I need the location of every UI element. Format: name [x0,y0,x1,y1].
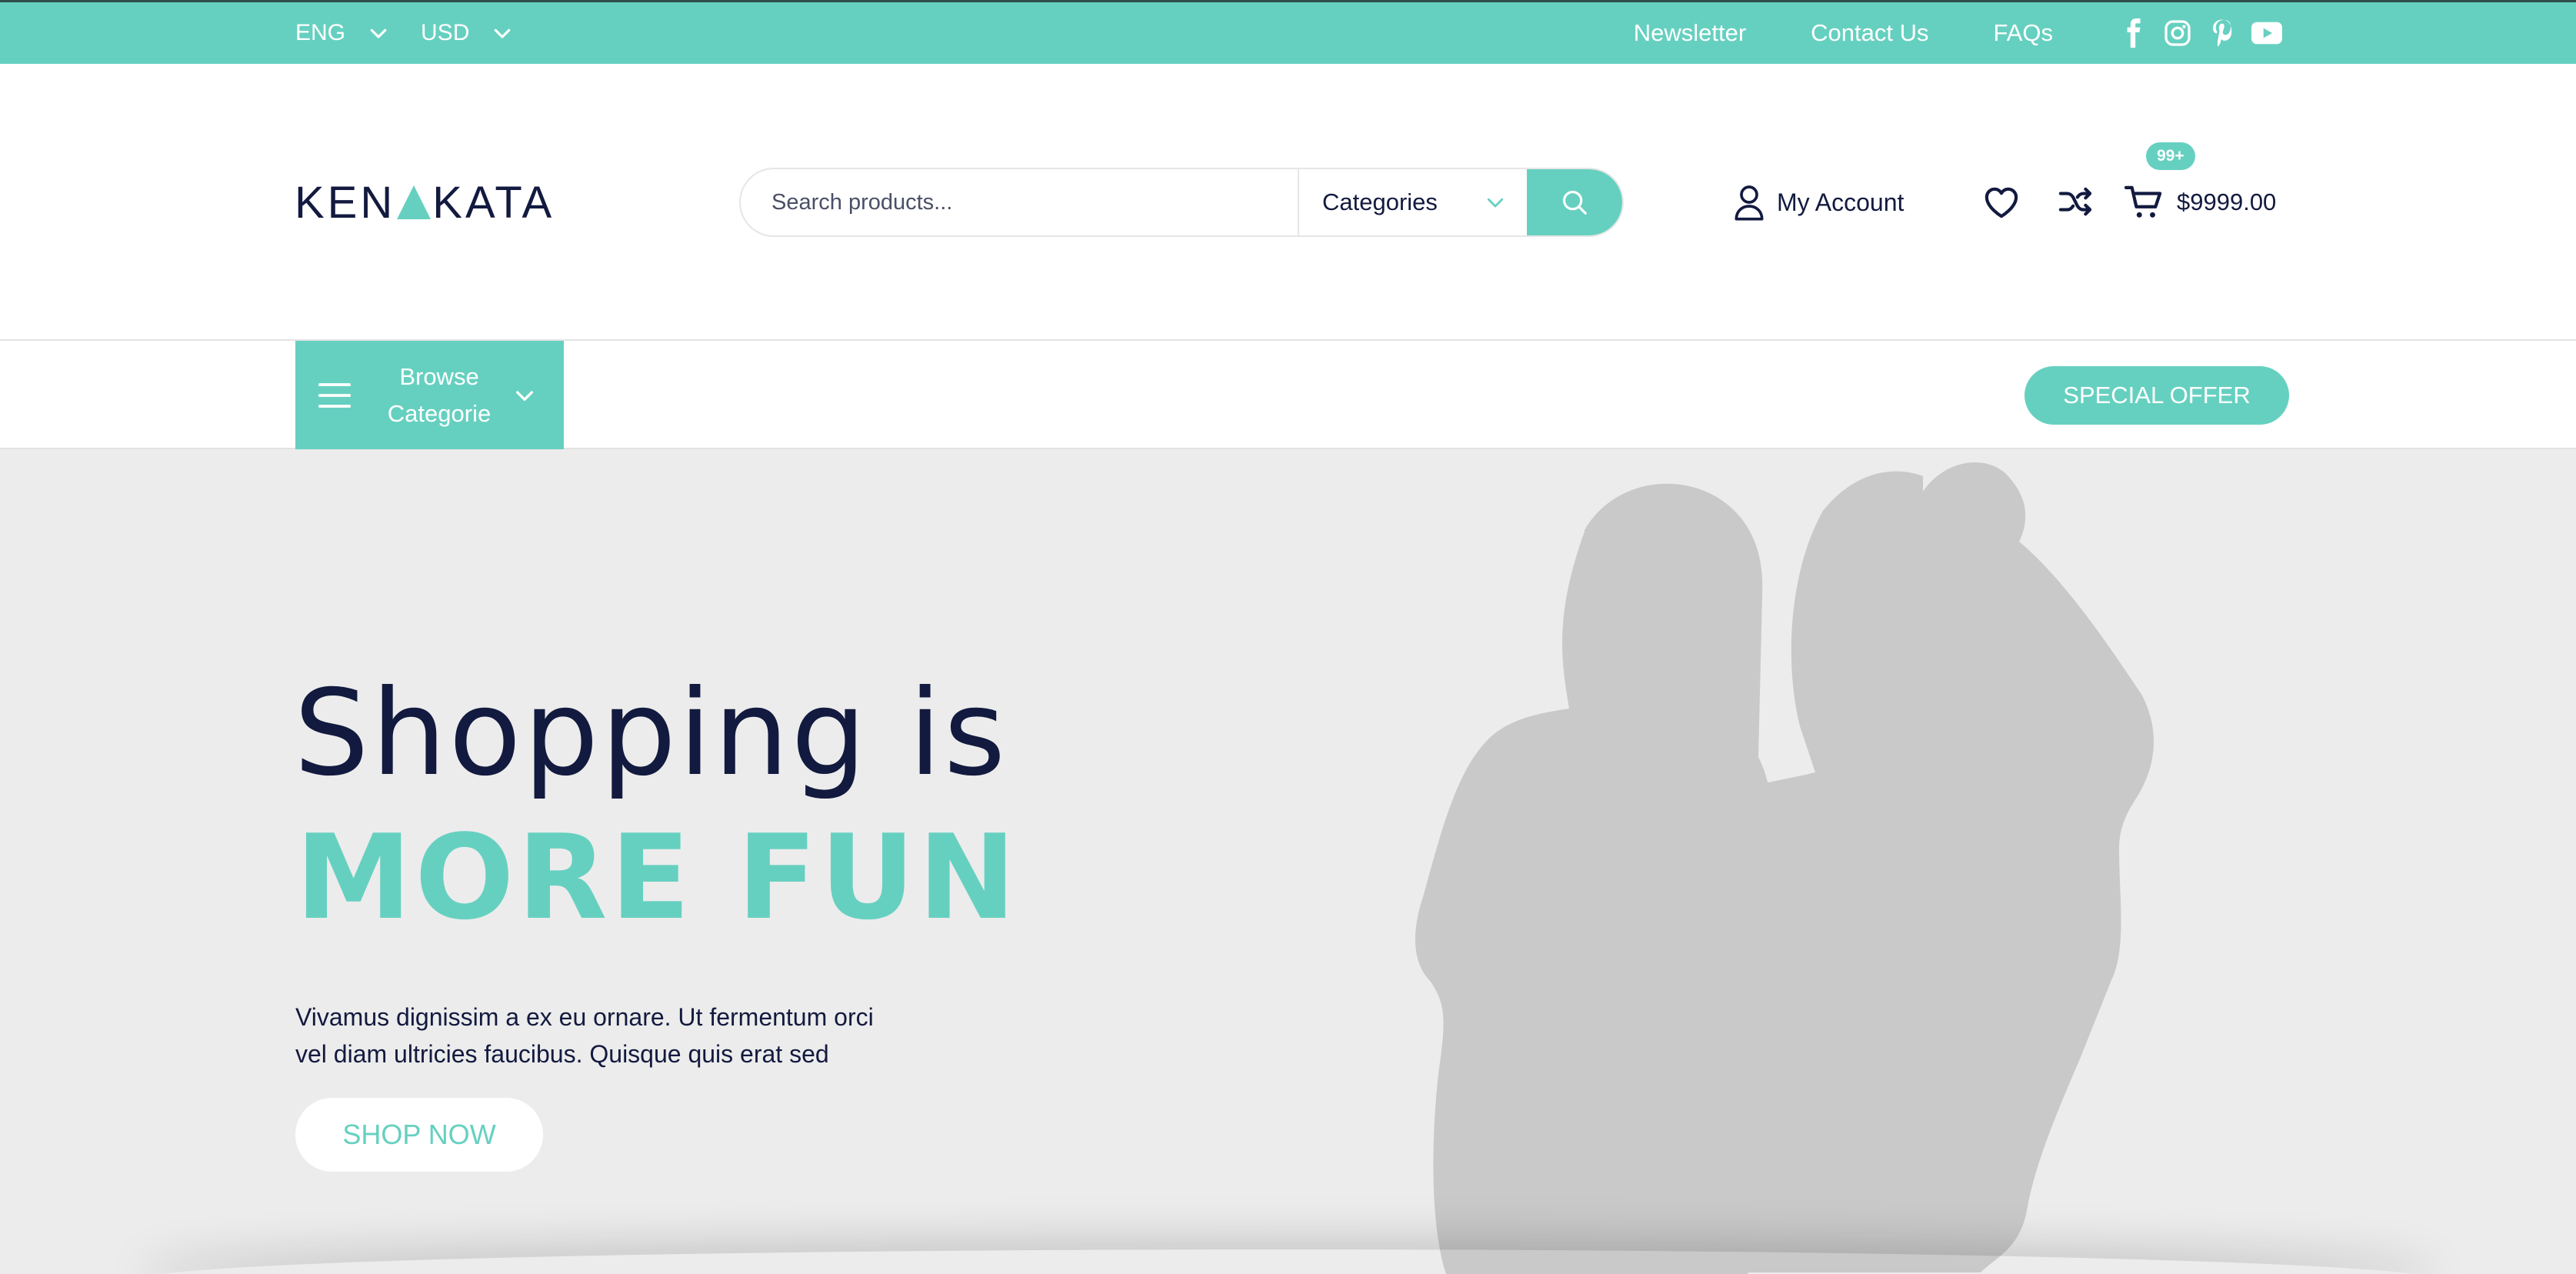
cart-button[interactable]: 99+ $9999.00 [2124,142,2277,225]
cart-total: $9999.00 [2177,188,2277,215]
shuffle-icon [2058,187,2092,216]
search-icon [1562,190,1587,215]
cart-icon [2124,185,2162,218]
chevron-down-icon [516,390,533,401]
contact-us-link[interactable]: Contact Us [1811,19,1928,47]
top-bar-selectors: ENG USD [295,2,545,64]
categories-select[interactable]: Categories [1298,169,1527,235]
navigation-bar: Browse Categorie SPECIAL OFFER [0,341,2576,449]
instagram-icon[interactable] [2162,18,2193,48]
search-bar: Categories [739,168,1624,237]
chevron-down-icon [1487,198,1504,208]
top-bar: ENG USD Newsletter Contact Us FAQs [0,0,2576,64]
my-account-label: My Account [1777,188,1905,216]
hero-title-line1: Shopping is [294,665,1008,802]
categories-label: Categories [1322,188,1438,215]
hero-title-line2: MORE FUN [295,809,1019,945]
chevron-down-icon [370,28,387,38]
compare-button[interactable] [2052,179,2098,225]
browse-categories-button[interactable]: Browse Categorie [295,341,564,449]
shop-now-button[interactable]: SHOP NOW [295,1098,543,1172]
main-header: KEN KATA Categories My Account 99+ $9999… [0,64,2576,341]
search-button[interactable] [1527,169,1622,235]
logo-text-right: KATA [432,177,555,228]
language-select[interactable]: ENG [295,20,390,46]
browse-categories-label: Browse Categorie [387,362,492,427]
currency-value: USD [421,20,470,45]
language-value: ENG [295,20,346,45]
pinterest-icon[interactable] [2207,18,2238,48]
my-account-link[interactable]: My Account [1734,179,1904,225]
site-logo[interactable]: KEN KATA [295,175,555,229]
chevron-down-icon [495,28,511,38]
special-offer-button[interactable]: SPECIAL OFFER [2024,366,2289,425]
youtube-icon[interactable] [2251,18,2282,48]
user-icon [1735,185,1764,221]
logo-triangle-icon [397,185,432,219]
logo-text-left: KEN [295,177,396,228]
social-links [2118,18,2282,48]
currency-select[interactable]: USD [421,20,514,46]
hero-people-silhouette [1415,462,2154,1274]
facebook-icon[interactable] [2118,18,2148,48]
menu-icon [318,382,351,408]
hero-banner: Shopping is MORE FUN Vivamus dignissim a… [0,449,2576,1274]
hero-description: Vivamus dignissim a ex eu ornare. Ut fer… [295,1003,874,1068]
top-bar-links: Newsletter Contact Us FAQs [1569,2,2282,64]
heart-icon [1984,187,2018,218]
search-input[interactable] [741,169,1298,235]
faqs-link[interactable]: FAQs [1993,19,2053,47]
cart-count-badge: 99+ [2146,142,2195,170]
newsletter-link[interactable]: Newsletter [1634,19,1746,47]
wishlist-button[interactable] [1978,179,2024,225]
